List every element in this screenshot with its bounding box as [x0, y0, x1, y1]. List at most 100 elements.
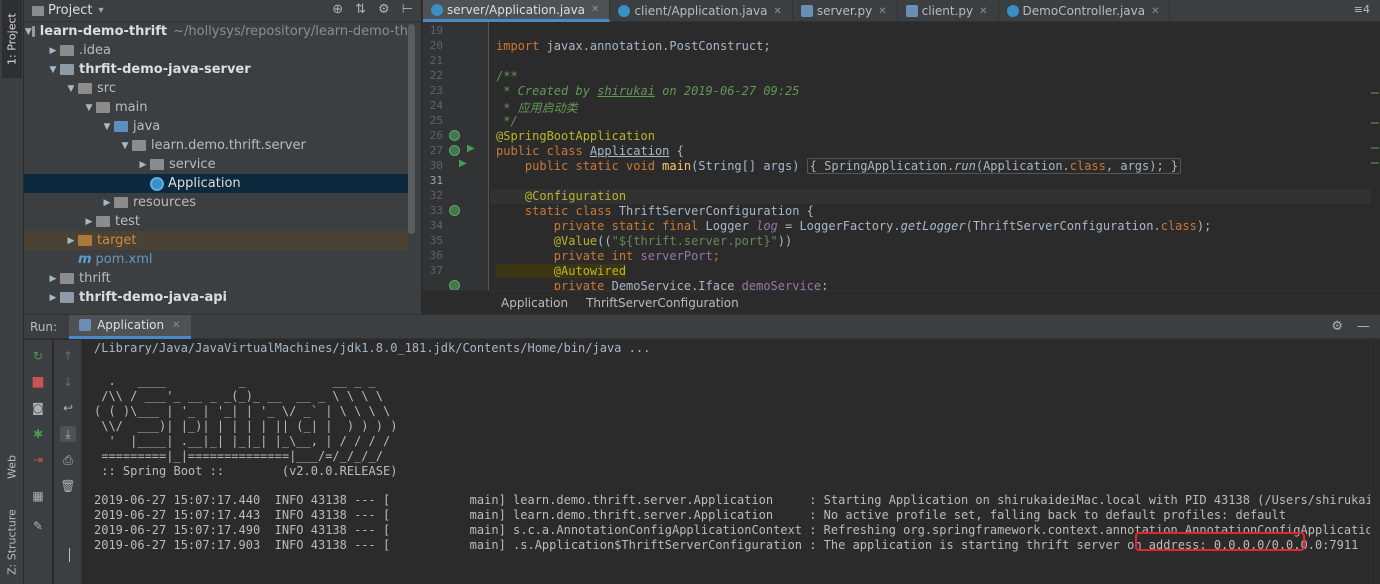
- tree-item-idea[interactable]: ▶ .idea: [24, 41, 408, 60]
- tree-item-thrfit-demo-java-server[interactable]: ▼ thrfit-demo-java-server: [24, 60, 408, 79]
- line-number: 24: [429, 99, 443, 112]
- run-gutter-icon[interactable]: ▶: [467, 143, 475, 154]
- tab-overflow-button[interactable]: ≡4: [1354, 3, 1370, 16]
- tree-item-pom-xml[interactable]: m pom.xml: [24, 250, 408, 269]
- camera-icon[interactable]: ◙: [30, 400, 46, 416]
- line-number: 27: [429, 144, 443, 157]
- code-text: javax.annotation.PostConstruct;: [546, 39, 771, 53]
- close-icon[interactable]: ✕: [773, 6, 781, 17]
- tab-label: server.py: [816, 4, 873, 18]
- chevron-right-icon[interactable]: ▶: [136, 160, 150, 170]
- locate-file-icon[interactable]: ⊕: [332, 2, 343, 17]
- web-tool-tab[interactable]: Web: [2, 438, 22, 496]
- gear-icon[interactable]: ⚙: [1331, 319, 1343, 334]
- chevron-down-icon[interactable]: ▾: [98, 5, 103, 16]
- tab-demo-controller-java[interactable]: DemoController.java ✕: [999, 0, 1171, 22]
- trash-icon[interactable]: 🗑: [60, 478, 76, 494]
- chevron-down-icon[interactable]: ▼: [100, 122, 114, 132]
- run-tab-application[interactable]: Application ✕: [69, 314, 191, 339]
- close-icon[interactable]: ✕: [591, 4, 599, 15]
- close-icon[interactable]: ✕: [1151, 6, 1159, 17]
- tree-item-service[interactable]: ▶ service: [24, 155, 408, 174]
- field-name: log: [756, 219, 778, 233]
- chevron-right-icon[interactable]: ▶: [64, 236, 78, 246]
- collapse-all-icon[interactable]: ⇅: [355, 2, 366, 17]
- doc-text: on 2019-06-27 09:25: [654, 84, 800, 98]
- arrow-up-icon[interactable]: ↑: [60, 348, 76, 364]
- spring-bean-icon[interactable]: [449, 205, 460, 216]
- tab-server-application-java[interactable]: server/Application.java ✕: [423, 0, 611, 22]
- tab-client-application-java[interactable]: client/Application.java ✕: [610, 0, 793, 22]
- chevron-down-icon[interactable]: ▼: [64, 84, 78, 94]
- tree-item-learn-demo-thrift[interactable]: ▼ learn-demo-thrift ~/hollysys/repository/…: [24, 22, 408, 41]
- chevron-right-icon[interactable]: ▶: [46, 293, 60, 303]
- chevron-right-icon[interactable]: ▶: [82, 217, 96, 227]
- tree-item-label: test: [115, 214, 140, 229]
- spring-bean-icon[interactable]: [449, 130, 460, 141]
- spring-bean-icon[interactable]: [449, 145, 460, 156]
- chevron-down-icon[interactable]: ▼: [82, 103, 96, 113]
- layout-icon[interactable]: ▦: [30, 488, 46, 504]
- package-icon: [132, 140, 146, 151]
- run-toolbar-secondary: ↑ ↓ ↩ ⤓ ⎙ 🗑: [54, 340, 82, 584]
- breadcrumb-item[interactable]: ThriftServerConfiguration: [586, 296, 739, 310]
- chevron-right-icon[interactable]: ▶: [46, 46, 60, 56]
- line-number: 26: [429, 129, 443, 142]
- console-scrollbar[interactable]: [1370, 340, 1380, 584]
- tree-item-src[interactable]: ▼ src: [24, 79, 408, 98]
- chevron-down-icon[interactable]: ▼: [118, 141, 132, 151]
- close-icon[interactable]: ✕: [878, 6, 886, 17]
- scroll-marker: [1371, 147, 1379, 149]
- tree-item-main[interactable]: ▼ main: [24, 98, 408, 117]
- tree-item-resources[interactable]: ▶ resources: [24, 193, 408, 212]
- breadcrumb-item[interactable]: Application: [501, 296, 568, 310]
- string-literal: "${thrift.server.port}": [611, 234, 778, 248]
- keyword: import: [496, 39, 547, 53]
- tree-item-target[interactable]: ▶ target: [24, 231, 408, 250]
- project-scrollbar[interactable]: [408, 24, 415, 234]
- structure-tool-tab[interactable]: Z: Structure: [2, 500, 22, 584]
- tree-item-learn-demo-thrift-server[interactable]: ▼ learn.demo.thrift.server: [24, 136, 408, 155]
- close-icon[interactable]: ✕: [172, 320, 180, 331]
- tab-server-py[interactable]: server.py ✕: [793, 0, 898, 22]
- hide-panel-icon[interactable]: ⊢: [402, 2, 413, 17]
- tree-item-test[interactable]: ▶ test: [24, 212, 408, 231]
- chevron-right-icon[interactable]: ▶: [46, 274, 60, 284]
- hide-panel-icon[interactable]: —: [1357, 319, 1370, 334]
- tree-item-application[interactable]: Application: [24, 174, 408, 193]
- code-line-33: private static final Logger log = Logger…: [496, 219, 1212, 234]
- folded-region[interactable]: { SpringApplication.run(Application.clas…: [806, 158, 1182, 174]
- exit-icon[interactable]: ⇥: [30, 452, 46, 468]
- editor-scrollbar[interactable]: [1370, 22, 1380, 290]
- tab-client-py[interactable]: client.py ✕: [898, 0, 999, 22]
- code-text: (ThriftServerConfiguration.: [965, 219, 1161, 233]
- editor-tab-bar: server/Application.java ✕ client/Applica…: [423, 0, 1380, 22]
- chevron-down-icon[interactable]: ▼: [25, 27, 32, 37]
- arrow-down-icon[interactable]: ↓: [60, 374, 76, 390]
- source-folder-icon: [114, 121, 128, 132]
- keyword: class: [1160, 219, 1197, 233]
- tree-item-thrift-demo-java-api[interactable]: ▶ thrift-demo-java-api: [24, 288, 408, 307]
- module-folder-icon: [60, 292, 74, 303]
- soft-wrap-icon[interactable]: ↩: [60, 400, 76, 416]
- line-number: 25: [429, 114, 443, 127]
- stop-icon[interactable]: ■: [30, 374, 46, 390]
- scroll-to-end-icon[interactable]: ⤓: [60, 426, 76, 442]
- pin-icon[interactable]: ✎: [30, 518, 46, 534]
- code-text: ThriftServerConfiguration {: [618, 204, 814, 218]
- tree-item-thrift[interactable]: ▶ thrift: [24, 269, 408, 288]
- keyword: static class: [496, 204, 619, 218]
- tree-item-java[interactable]: ▼ java: [24, 117, 408, 136]
- code-line-19: import javax.annotation.PostConstruct;: [496, 39, 771, 54]
- chevron-down-icon[interactable]: ▼: [46, 65, 60, 75]
- run-gutter-icon[interactable]: ▶: [459, 158, 467, 169]
- project-tool-tab[interactable]: 1: Project: [2, 0, 22, 78]
- gear-icon[interactable]: ⚙: [378, 2, 390, 17]
- rerun-icon[interactable]: ↻: [30, 348, 46, 364]
- chevron-right-icon[interactable]: ▶: [100, 198, 114, 208]
- doc-author: shirukai: [597, 84, 655, 98]
- code-editor[interactable]: import javax.annotation.PostConstruct; /…: [490, 22, 1370, 290]
- close-icon[interactable]: ✕: [979, 6, 987, 17]
- print-icon[interactable]: ⎙: [60, 452, 76, 468]
- debug-bug-icon[interactable]: ✱: [30, 426, 46, 442]
